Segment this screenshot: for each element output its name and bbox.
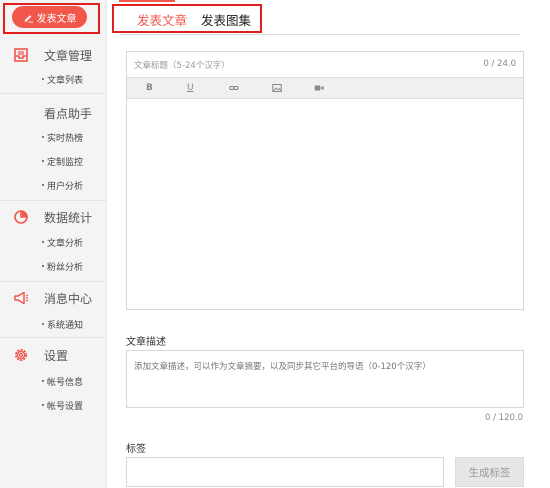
tabs-divider [120,34,520,35]
sidebar: 发表文章 文章管理 文章列表 看点助手 实时热榜 定制监控 用户分析 数据统计 … [0,0,107,488]
nav-section-statistics[interactable]: 数据统计 [0,205,106,229]
nav-section-label: 文章管理 [44,48,93,63]
nav-section-article-management[interactable]: 文章管理 [0,43,106,67]
divider [0,337,106,338]
nav-section-assistant[interactable]: 看点助手 [0,101,106,125]
gear-icon [15,349,27,361]
nav-section-label: 消息中心 [44,291,93,306]
description-label: 文章描述 [126,337,166,348]
nav-section-settings[interactable]: 设置 [0,343,106,367]
tab-publish-article[interactable]: 发表文章 [137,10,187,29]
tabs-highlight-box: 发表文章 发表图集 [112,4,262,33]
title-char-count: 0 / 24.0 [483,59,516,69]
tags-input[interactable] [126,457,444,487]
article-editor[interactable]: 文章标题（5-24个汉字） 0 / 24.0 B U [126,51,524,310]
description-input[interactable] [126,350,524,408]
sidebar-item-fans-analysis[interactable]: 粉丝分析 [41,260,83,273]
nav-section-messages[interactable]: 消息中心 [0,286,106,310]
nav-section-label: 看点助手 [44,106,93,121]
divider [0,93,106,94]
sidebar-item-account-settings[interactable]: 帐号设置 [41,399,83,412]
active-tab-indicator [119,0,175,2]
sidebar-item-custom-monitor[interactable]: 定制监控 [41,155,83,168]
sidebar-item-article-analysis[interactable]: 文章分析 [41,236,83,249]
edit-pen-icon [24,14,33,23]
sidebar-item-realtime-hot[interactable]: 实时热榜 [41,131,83,144]
sidebar-item-article-list[interactable]: 文章列表 [41,73,83,86]
tags-label: 标签 [126,444,146,455]
pie-chart-icon [14,210,28,224]
divider [0,281,106,282]
inbox-icon [14,48,28,62]
image-icon[interactable] [272,83,282,96]
editor-toolbar: B U [127,77,523,99]
nav-section-label: 数据统计 [44,210,93,225]
publish-article-button[interactable]: 发表文章 [12,6,87,28]
nav-section-label: 设置 [44,348,69,363]
video-icon[interactable] [314,83,324,96]
bold-icon[interactable]: B [146,83,153,93]
sidebar-item-account-info[interactable]: 帐号信息 [41,375,83,388]
description-char-count: 0 / 120.0 [484,413,523,423]
publish-article-label: 发表文章 [36,13,77,25]
divider [0,200,106,201]
sidebar-item-system-notice[interactable]: 系统通知 [41,318,83,331]
megaphone-icon [14,291,29,305]
tab-publish-gallery[interactable]: 发表图集 [201,10,251,29]
generate-tags-button[interactable]: 生成标签 [455,457,524,487]
title-input[interactable]: 文章标题（5-24个汉字） [134,59,230,71]
link-icon[interactable] [229,83,239,96]
sidebar-item-user-analysis[interactable]: 用户分析 [41,179,83,192]
underline-icon[interactable]: U [187,83,194,93]
